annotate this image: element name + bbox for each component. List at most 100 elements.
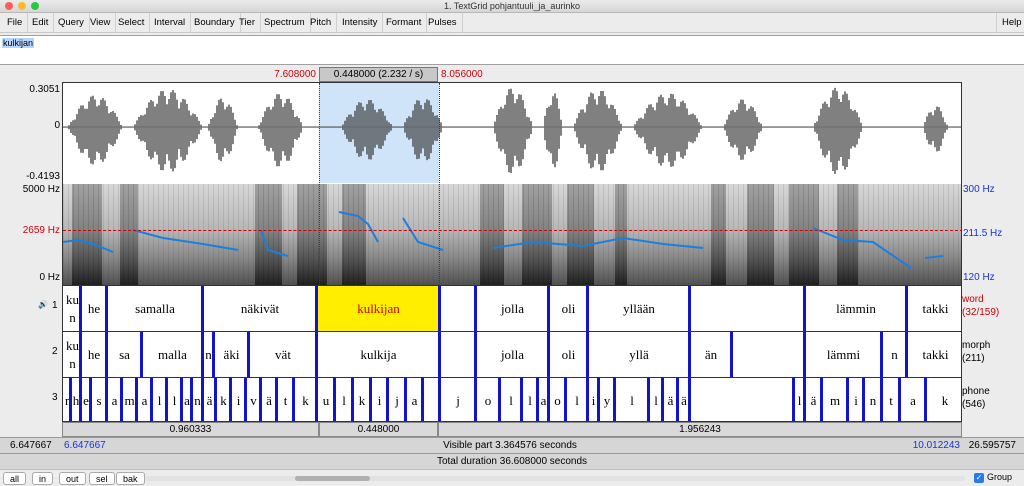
boundary-word[interactable] xyxy=(105,286,108,331)
boundary-phone[interactable] xyxy=(792,378,795,421)
interval-morph[interactable]: vät xyxy=(250,332,316,377)
boundary-phone[interactable] xyxy=(404,378,407,421)
boundary-phone[interactable] xyxy=(520,378,523,421)
boundary-word[interactable] xyxy=(688,286,691,331)
boundary-phone[interactable] xyxy=(275,378,278,421)
boundary-phone[interactable] xyxy=(880,378,883,421)
interval-phone[interactable]: m xyxy=(823,378,847,421)
boundary-phone[interactable] xyxy=(79,378,82,421)
boundary-phone[interactable] xyxy=(661,378,664,421)
interval-morph[interactable] xyxy=(441,332,475,377)
boundary-word[interactable] xyxy=(315,286,318,331)
visible-part-bar[interactable]: 6.647667 6.647667 Visible part 3.364576 … xyxy=(0,437,1024,453)
interval-word[interactable]: näkivät xyxy=(204,286,316,331)
menu-tier[interactable]: Tier xyxy=(234,13,262,33)
boundary-phone[interactable] xyxy=(613,378,616,421)
interval-phone[interactable]: l xyxy=(523,378,537,421)
interval-phone[interactable]: u xyxy=(318,378,334,421)
boundary-morph[interactable] xyxy=(315,332,318,377)
interval-phone[interactable] xyxy=(691,378,793,421)
boundary-phone[interactable] xyxy=(924,378,927,421)
boundary-morph[interactable] xyxy=(730,332,733,377)
interval-morph[interactable]: ku n xyxy=(65,332,80,377)
interval-morph[interactable]: sa xyxy=(108,332,141,377)
boundary-morph[interactable] xyxy=(905,332,908,377)
zoom-out-button[interactable]: out xyxy=(59,472,86,485)
duration-right[interactable]: 1.956243 xyxy=(438,422,962,437)
interval-phone[interactable]: t xyxy=(883,378,899,421)
boundary-word[interactable] xyxy=(79,286,82,331)
interval-phone[interactable]: s xyxy=(92,378,106,421)
menu-help[interactable]: Help xyxy=(996,13,1024,33)
interval-morph[interactable]: yllä xyxy=(589,332,689,377)
interval-word[interactable]: takki xyxy=(908,286,961,331)
interval-word[interactable]: ku n xyxy=(65,286,80,331)
boundary-phone[interactable] xyxy=(229,378,232,421)
boundary-phone[interactable] xyxy=(351,378,354,421)
menu-formant[interactable]: Formant xyxy=(381,13,428,33)
menu-spectrum[interactable]: Spectrum xyxy=(259,13,311,33)
boundary-morph[interactable] xyxy=(880,332,883,377)
interval-phone[interactable]: y xyxy=(600,378,614,421)
boundary-phone[interactable] xyxy=(369,378,372,421)
selection-length[interactable]: 0.448000 (2.232 / s) xyxy=(319,67,438,82)
interval-phone[interactable]: o xyxy=(477,378,499,421)
menu-pulses[interactable]: Pulses xyxy=(423,13,463,33)
menu-file[interactable]: File xyxy=(2,13,29,33)
boundary-phone[interactable] xyxy=(165,378,168,421)
interval-morph[interactable]: takki xyxy=(908,332,961,377)
interval-word[interactable]: kulkijan xyxy=(318,286,439,331)
boundary-phone[interactable] xyxy=(647,378,650,421)
group-checkbox[interactable]: ✓ xyxy=(974,473,984,483)
boundary-morph[interactable] xyxy=(688,332,691,377)
boundary-phone[interactable] xyxy=(898,378,901,421)
boundary-phone[interactable] xyxy=(120,378,123,421)
boundary-phone[interactable] xyxy=(214,378,217,421)
interval-morph[interactable]: he xyxy=(82,332,106,377)
tier-word[interactable]: ku n he samalla näkivät kulkijan jolla oli yllä… xyxy=(63,285,961,331)
boundary-phone[interactable] xyxy=(597,378,600,421)
interval-text-field[interactable]: kulkijan xyxy=(0,35,1024,65)
menu-interval[interactable]: Interval xyxy=(149,13,192,33)
boundary-word[interactable] xyxy=(586,286,589,331)
boundary-phone[interactable] xyxy=(586,378,589,421)
boundary-phone[interactable] xyxy=(547,378,550,421)
menu-boundary[interactable]: Boundary xyxy=(189,13,241,33)
boundary-phone[interactable] xyxy=(862,378,865,421)
menu-select[interactable]: Select xyxy=(113,13,151,33)
boundary-phone[interactable] xyxy=(688,378,691,421)
boundary-phone[interactable] xyxy=(676,378,679,421)
interval-morph[interactable]: malla xyxy=(143,332,202,377)
boundary-word[interactable] xyxy=(803,286,806,331)
boundary-morph[interactable] xyxy=(140,332,143,377)
boundary-phone[interactable] xyxy=(333,378,336,421)
interval-morph[interactable]: lämmi xyxy=(806,332,881,377)
interval-phone[interactable]: i xyxy=(372,378,387,421)
interval-phone[interactable]: n xyxy=(865,378,881,421)
boundary-phone[interactable] xyxy=(292,378,295,421)
boundary-phone[interactable] xyxy=(474,378,477,421)
interval-phone[interactable]: i xyxy=(849,378,863,421)
boundary-phone[interactable] xyxy=(69,378,72,421)
interval-phone[interactable] xyxy=(424,378,439,421)
boundary-morph[interactable] xyxy=(474,332,477,377)
boundary-morph[interactable] xyxy=(247,332,250,377)
boundary-phone[interactable] xyxy=(846,378,849,421)
interval-morph[interactable]: oli xyxy=(550,332,587,377)
interval-phone[interactable]: a xyxy=(407,378,422,421)
interval-word[interactable]: samalla xyxy=(108,286,202,331)
zoom-in-button[interactable]: in xyxy=(32,472,54,485)
boundary-morph[interactable] xyxy=(201,332,204,377)
total-duration-bar[interactable]: Total duration 36.608000 seconds xyxy=(0,453,1024,469)
boundary-phone[interactable] xyxy=(135,378,138,421)
boundary-phone[interactable] xyxy=(820,378,823,421)
scrollbar-thumb[interactable] xyxy=(295,476,370,481)
boundary-phone[interactable] xyxy=(564,378,567,421)
duration-selected[interactable]: 0.448000 xyxy=(319,422,438,437)
interval-morph[interactable]: n xyxy=(883,332,906,377)
interval-word[interactable]: lämmin xyxy=(806,286,906,331)
boundary-morph[interactable] xyxy=(212,332,215,377)
interval-word[interactable]: he xyxy=(82,286,106,331)
interval-phone[interactable]: l xyxy=(501,378,521,421)
interval-morph[interactable]: äki xyxy=(215,332,248,377)
